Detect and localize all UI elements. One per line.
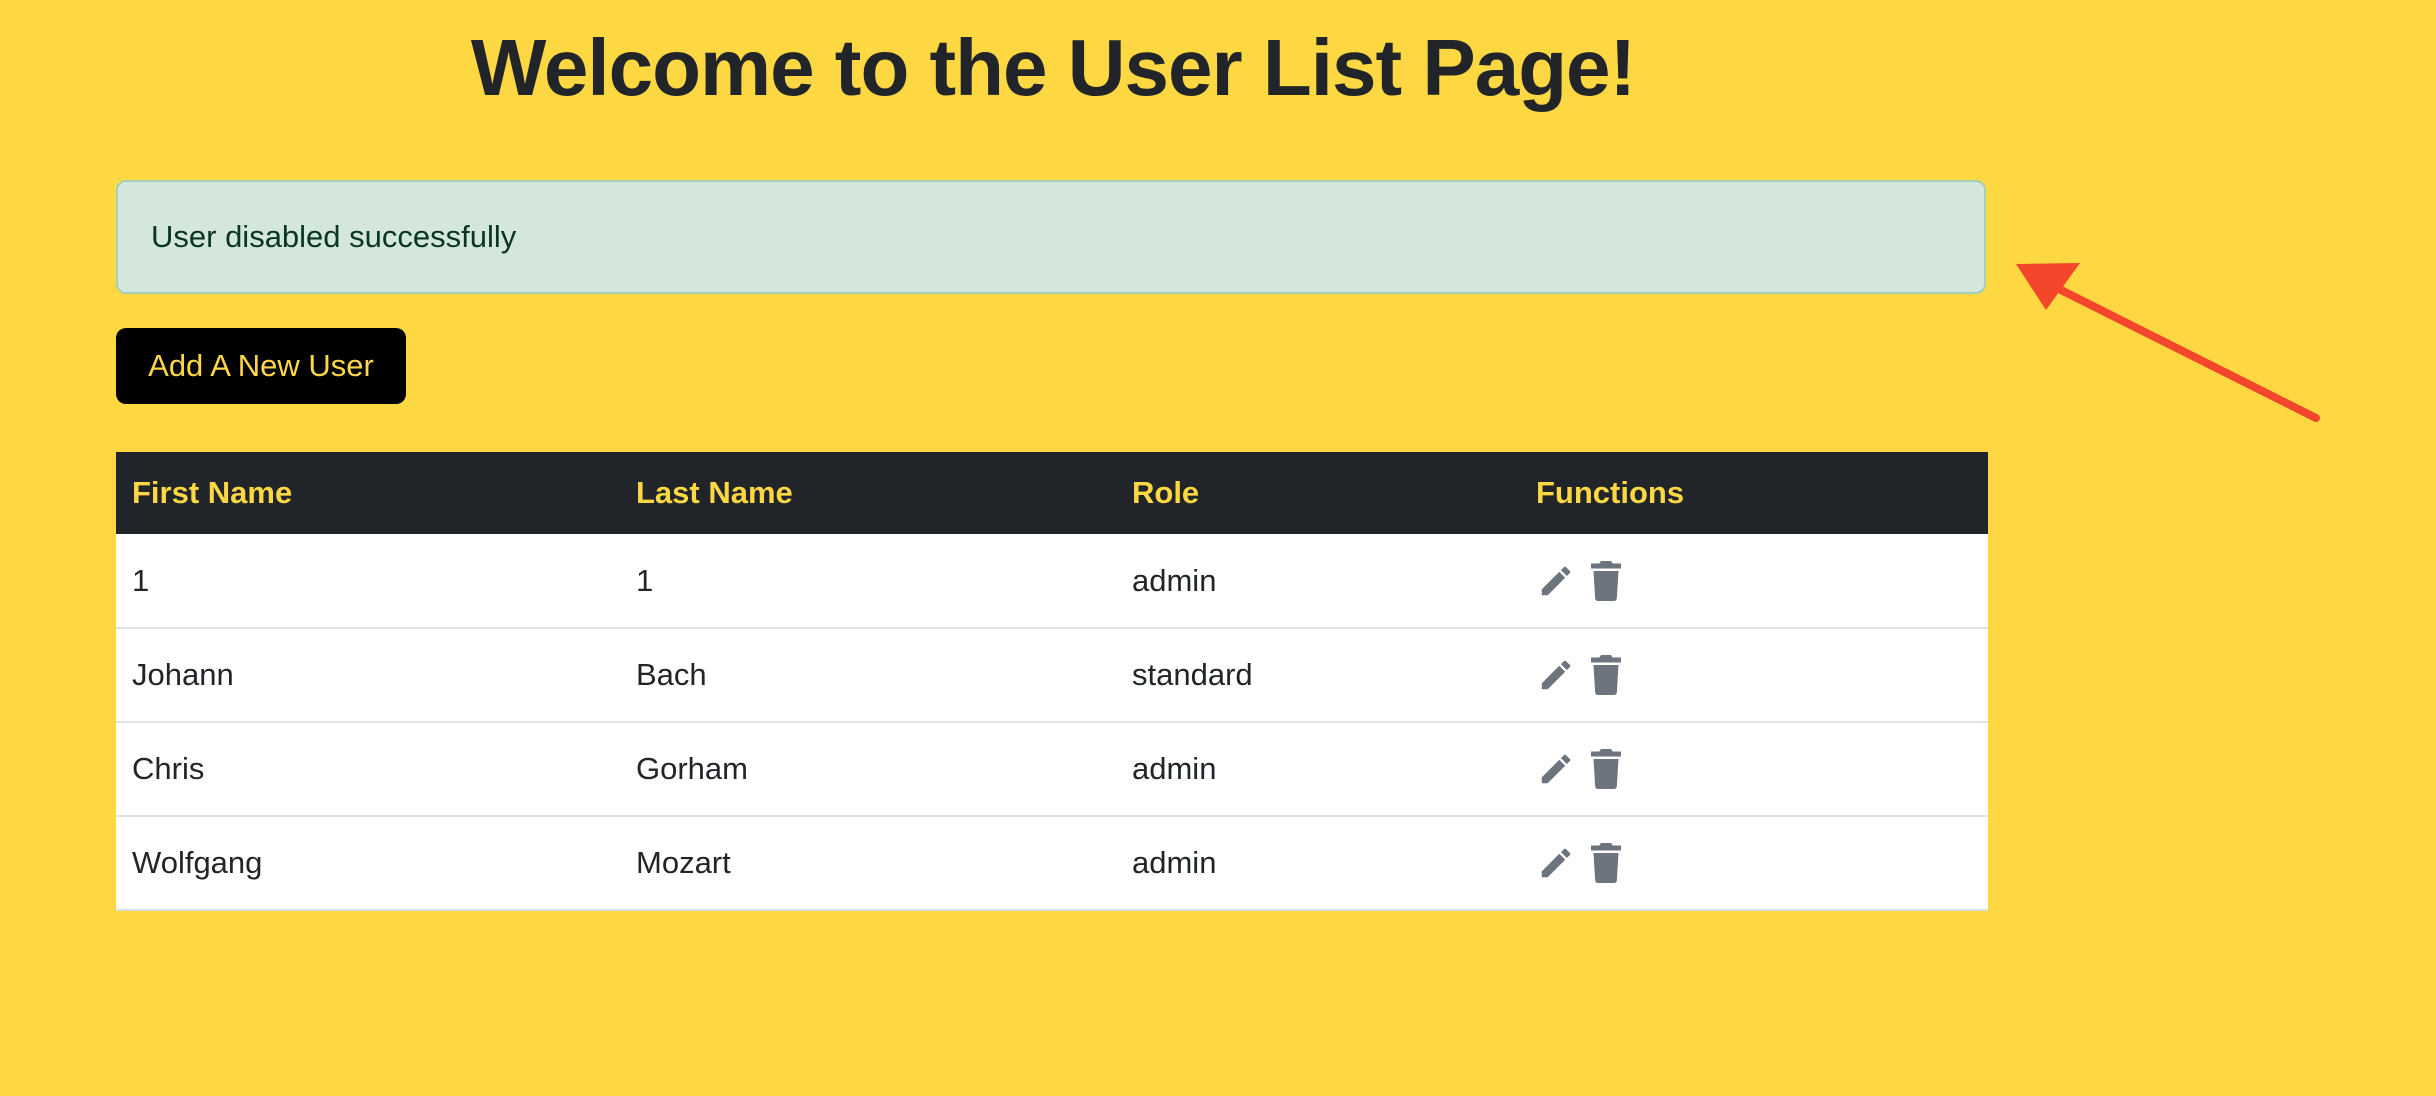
page-title: Welcome to the User List Page! [470, 23, 1636, 112]
trash-icon[interactable] [1586, 560, 1626, 601]
trash-icon[interactable] [1586, 655, 1626, 695]
trash-icon[interactable] [1586, 843, 1626, 883]
cell-last-name: 1 [636, 562, 654, 598]
users-table: First Name Last Name Role Functions 1 1 … [116, 452, 1988, 911]
cell-functions [1520, 534, 1988, 628]
cell-role: standard [1116, 627, 1520, 722]
cell-first-name: Wolfgang [116, 815, 620, 911]
cell-functions [1520, 627, 1988, 722]
add-user-button[interactable]: Add A New User [116, 328, 406, 404]
cell-role: admin [1116, 721, 1520, 816]
header-last-name: Last Name [636, 475, 793, 510]
cell-last-name: Mozart [620, 815, 1116, 911]
pencil-icon[interactable] [1536, 655, 1576, 695]
table-row: Johann Bach standard [116, 627, 1988, 722]
cell-first-name: Johann [116, 627, 620, 722]
cell-functions [1520, 815, 1988, 911]
trash-icon[interactable] [1586, 749, 1626, 789]
table-row: Chris Gorham admin [116, 721, 1988, 816]
header-first-name: First Name [132, 475, 293, 510]
pencil-icon[interactable] [1536, 749, 1576, 789]
header-functions: Functions [1536, 475, 1685, 510]
cell-first-name: 1 [132, 562, 150, 598]
cell-role: admin [1132, 562, 1217, 598]
cell-functions [1520, 721, 1988, 816]
table-row: 1 1 admin [116, 534, 1988, 628]
pencil-icon[interactable] [1536, 843, 1576, 883]
cell-role: admin [1116, 815, 1520, 911]
alert-message: User disabled successfully [151, 219, 517, 254]
cell-first-name: Chris [116, 721, 620, 816]
pencil-icon[interactable] [1536, 561, 1576, 601]
table-header-row: First Name Last Name Role Functions [116, 452, 1988, 534]
cell-last-name: Bach [620, 627, 1116, 722]
cell-last-name: Gorham [620, 721, 1116, 816]
header-role: Role [1132, 475, 1200, 510]
success-alert: User disabled successfully [116, 180, 1986, 294]
table-row: Wolfgang Mozart admin [116, 815, 1988, 911]
